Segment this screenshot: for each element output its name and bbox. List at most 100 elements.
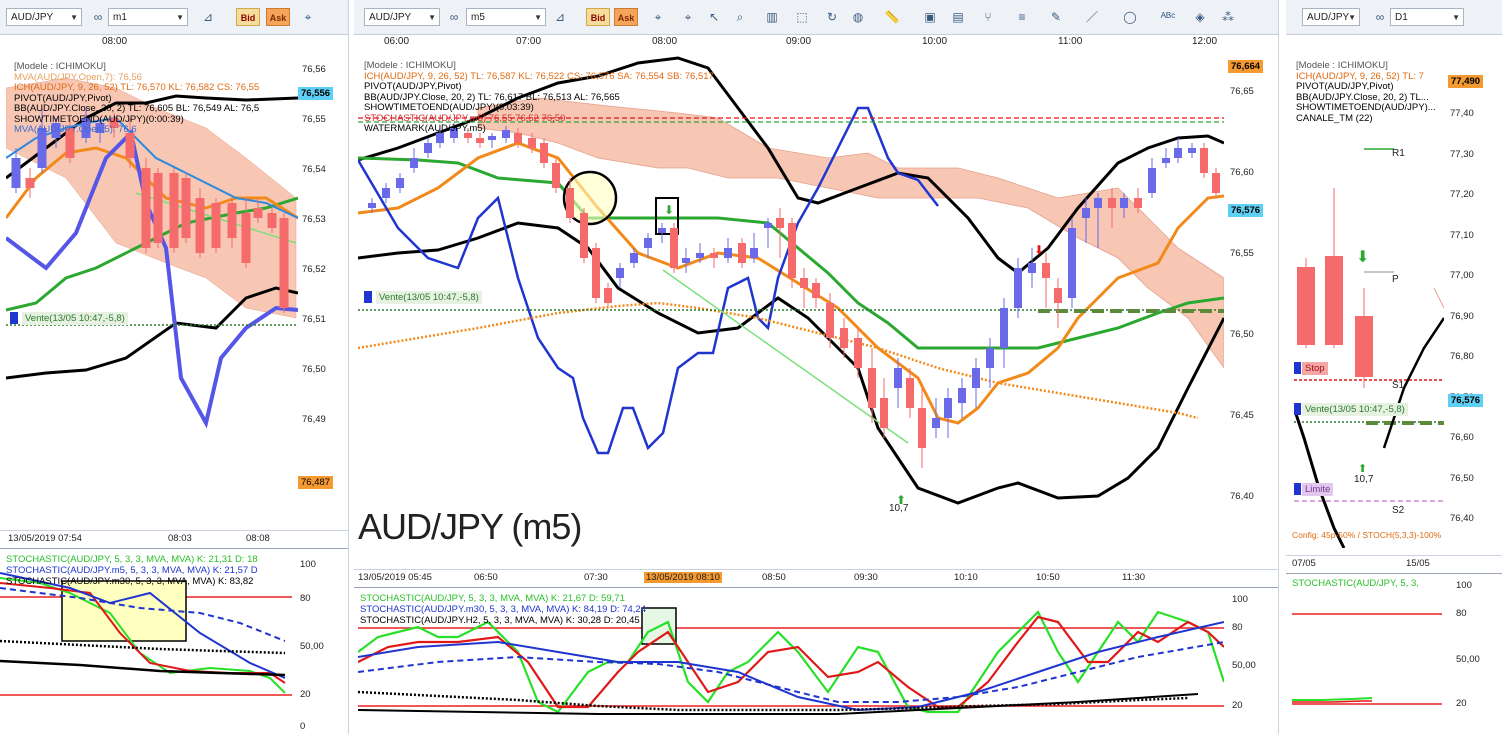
level-label: 20 [300, 689, 311, 700]
ruler-icon[interactable]: 📏 [884, 9, 900, 25]
draw-icon[interactable]: ✎ [1048, 9, 1064, 25]
price-label: 76,60 [1230, 167, 1254, 178]
time-label: 11:30 [1122, 572, 1146, 583]
ellipse-icon[interactable]: ◯ [1122, 9, 1138, 25]
crosshair-icon[interactable]: ⌖ [650, 9, 666, 25]
candle [424, 143, 432, 153]
daily-chart-panel: AUD/JPY ▼ ∞ D1 ▼ ⬇ ⬆ [Modele : ICHIMOKU] IC… [1286, 0, 1502, 735]
price-label: 76,55 [302, 114, 326, 125]
pencil-icon[interactable]: ／ [1084, 9, 1100, 25]
link-icon[interactable]: ∞ [1372, 9, 1388, 25]
candle [630, 253, 638, 263]
lines-icon[interactable]: ≡ [1014, 9, 1030, 25]
candle [1014, 268, 1022, 308]
time-label: 09:30 [854, 572, 878, 583]
price-label: 76,50 [302, 364, 326, 375]
trade-label[interactable]: Vente(13/05 10:47,-5,8) [1302, 403, 1408, 416]
left-chart-panel: AUD/JPY ▼ ∞ m1 ▼ ⊿ Bid Ask ⌖ 08:00 [Modele… [0, 0, 349, 735]
link-icon[interactable]: ∞ [90, 9, 106, 25]
osc-legend-line: STOCHASTIC(AUD/JPY.H2, 5, 3, 3, MVA, MVA… [360, 615, 640, 626]
candle [764, 223, 772, 228]
candle [382, 188, 390, 198]
ask-button[interactable]: Ask [614, 8, 638, 26]
timeframe-select[interactable]: D1 ▼ [1390, 8, 1464, 26]
text-icon[interactable]: ᴬᴮᶜ [1160, 9, 1176, 25]
time-label: 11:00 [1058, 36, 1083, 47]
symbol-select[interactable]: AUD/JPY ▼ [364, 8, 440, 26]
bar-chart-icon[interactable]: ▥ [764, 9, 780, 25]
ask-button[interactable]: Ask [266, 8, 290, 26]
refresh-icon[interactable]: ↻ [824, 9, 840, 25]
zoom-icon[interactable]: ⌕ [732, 9, 748, 25]
timeframe-select[interactable]: m5 ▼ [466, 8, 546, 26]
price-label: 76,49 [302, 414, 326, 425]
ichimoku-cloud [477, 97, 1224, 369]
stochastic-panel[interactable]: STOCHASTIC(AUD/JPY, 5, 3, 3, MVA, MVA) K… [354, 587, 1278, 735]
pointer-icon[interactable]: ↖ [706, 9, 722, 25]
candle [514, 133, 522, 143]
candle [972, 368, 980, 388]
candle [540, 143, 548, 163]
bottom-time-axis: 13/05/2019 05:45 06:50 07:30 08:50 09:30 10:1… [354, 569, 1278, 584]
crosshair-icon[interactable]: ⌖ [300, 9, 316, 25]
pivot-s2-label: S2 [1392, 505, 1405, 516]
right-toolbar: AUD/JPY ▼ ∞ D1 ▼ [1286, 0, 1502, 35]
crosshair2-icon[interactable]: ⌖ [680, 9, 696, 25]
time-label: 08:08 [246, 533, 270, 544]
price-label: 76,53 [302, 214, 326, 225]
candle [670, 228, 678, 268]
price-label: 76,60 [1450, 432, 1474, 443]
price-label: 77,30 [1450, 148, 1474, 160]
symbol-select[interactable]: AUD/JPY ▼ [6, 8, 82, 26]
osc-legend-line: STOCHASTIC(AUD/JPY.m30, 5, 3, 3, MVA, MV… [360, 604, 646, 615]
timeframe-select[interactable]: m1 ▼ [108, 8, 188, 26]
price-label: 76,40 [1230, 491, 1254, 502]
down-arrow-icon: ⬇ [1034, 243, 1044, 257]
candle [918, 408, 926, 448]
chart-type-icon[interactable]: ⊿ [552, 9, 568, 25]
cursor-icon[interactable]: ⬚ [794, 9, 810, 25]
trade-label[interactable]: Vente(13/05 10:47,-5,8) [22, 312, 128, 325]
time-label: 08:00 [652, 36, 678, 47]
price-label: 76,50 [1230, 329, 1254, 340]
stochastic-panel[interactable]: STOCHASTIC(AUD/JPY, 5, 3, 3, MVA, MVA) K… [0, 548, 348, 735]
symbol-select[interactable]: AUD/JPY ▼ [1302, 8, 1360, 26]
chart-type-icon[interactable]: ⊿ [200, 9, 216, 25]
image-icon[interactable]: ▣ [922, 9, 938, 25]
limit-label[interactable]: Limite [1302, 483, 1334, 496]
price-label: 76,80 [1450, 351, 1474, 362]
trade-marker [10, 312, 18, 324]
link-icon[interactable]: ∞ [446, 9, 462, 25]
candle [880, 398, 888, 428]
time-label: 06:00 [384, 36, 410, 47]
bottom-time-axis: 07/05 15/05 [1286, 555, 1502, 570]
bid-button[interactable]: Bid [236, 8, 260, 26]
chevron-down-icon: ▼ [534, 13, 542, 22]
stochastic-panel[interactable]: STOCHASTIC(AUD/JPY, 5, 3, 100 80 50,00 2… [1286, 573, 1502, 735]
candle [552, 163, 560, 188]
price-label: 77,20 [1450, 189, 1474, 200]
layout-icon[interactable]: ▤ [950, 9, 966, 25]
candle [986, 348, 994, 368]
price-label: 76,40 [1450, 513, 1474, 524]
legend-line: [Modele : ICHIMOKU] [1296, 60, 1388, 71]
fork-icon[interactable]: ⑂ [980, 9, 996, 25]
stop-label[interactable]: Stop [1302, 362, 1328, 375]
bottom-time-axis: 13/05/2019 07:54 08:03 08:08 [0, 530, 348, 545]
candle [1325, 256, 1343, 345]
chevron-down-icon: ▼ [70, 13, 78, 22]
bid-button[interactable]: Bid [586, 8, 610, 26]
time-label: 10:10 [954, 572, 978, 583]
price-axis: 76,65 76,60 76,55 76,50 76,45 76,40 [1226, 48, 1276, 558]
network-icon[interactable]: ⁂ [1220, 9, 1236, 25]
eraser-icon[interactable]: ◈ [1192, 9, 1208, 25]
trade-label[interactable]: Vente(13/05 10:47,-5,8) [376, 291, 482, 304]
legend-line: SHOWTIMETOEND(AUD/JPY)(0:03:39) [364, 102, 534, 113]
candle [211, 203, 221, 248]
globe-icon[interactable]: ◍ [850, 9, 866, 25]
candle [279, 218, 289, 308]
chevron-down-icon: ▼ [1452, 13, 1460, 22]
candle [1212, 173, 1220, 193]
level-label: 0 [300, 721, 306, 732]
candle [153, 173, 163, 243]
